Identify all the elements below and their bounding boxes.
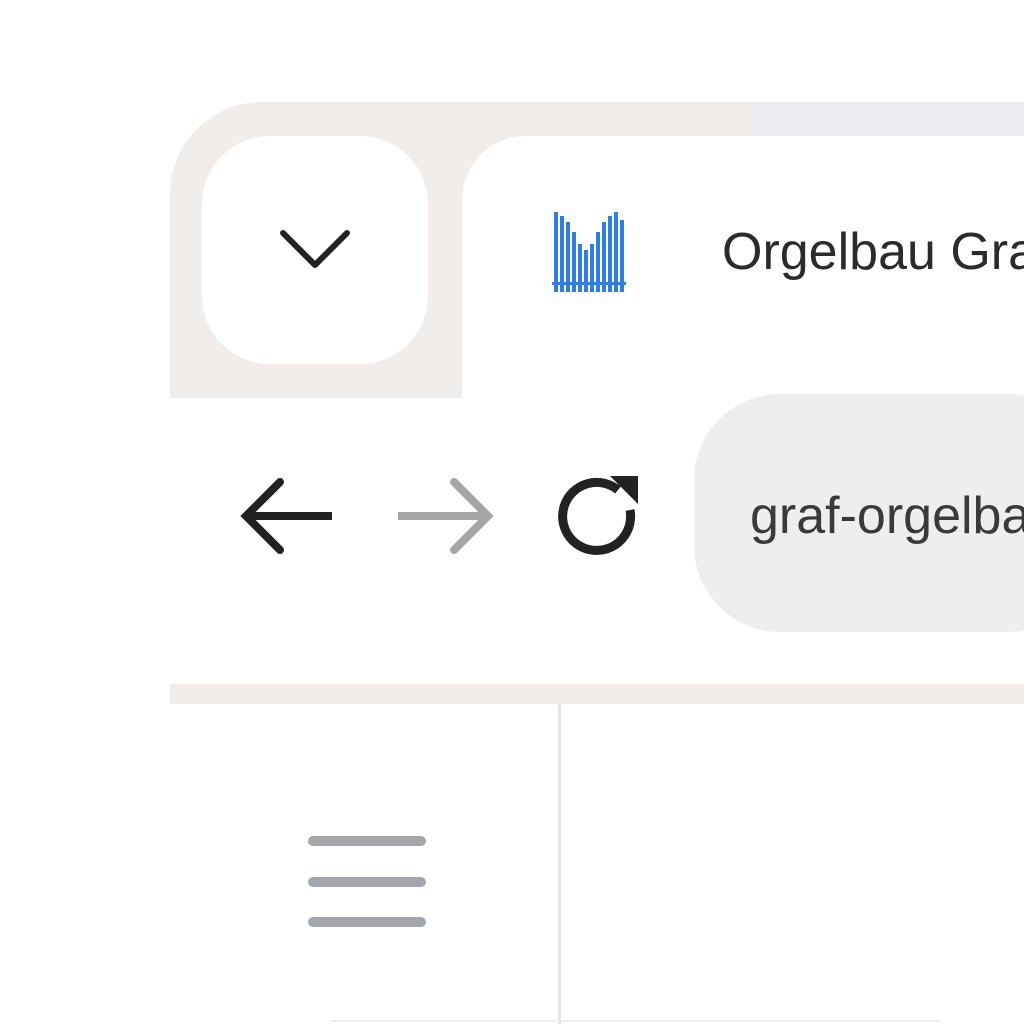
sidebar-divider xyxy=(558,704,561,1024)
forward-button[interactable] xyxy=(394,474,498,558)
reload-icon xyxy=(558,476,638,555)
back-button[interactable] xyxy=(236,474,340,558)
organ-pipes-icon xyxy=(552,212,626,292)
arrow-left-icon xyxy=(240,478,332,554)
arrow-right-icon xyxy=(398,478,494,554)
menu-line xyxy=(308,917,426,927)
page-content xyxy=(170,704,1024,1024)
address-bar-url: graf-orgelbau xyxy=(750,487,1024,545)
content-separator xyxy=(330,1020,940,1022)
hamburger-menu-button[interactable] xyxy=(300,826,436,936)
browser-window: Orgelbau Graf graf-orgelbau xyxy=(0,0,1024,1024)
active-tab[interactable] xyxy=(462,136,1024,436)
chevron-down-icon xyxy=(280,230,350,268)
menu-line xyxy=(308,877,426,887)
toolbar-divider xyxy=(170,684,1024,704)
tab-search-button[interactable] xyxy=(202,136,428,364)
reload-button[interactable] xyxy=(552,470,646,564)
tab-title: Orgelbau Graf xyxy=(722,223,1024,281)
menu-line xyxy=(308,836,426,846)
